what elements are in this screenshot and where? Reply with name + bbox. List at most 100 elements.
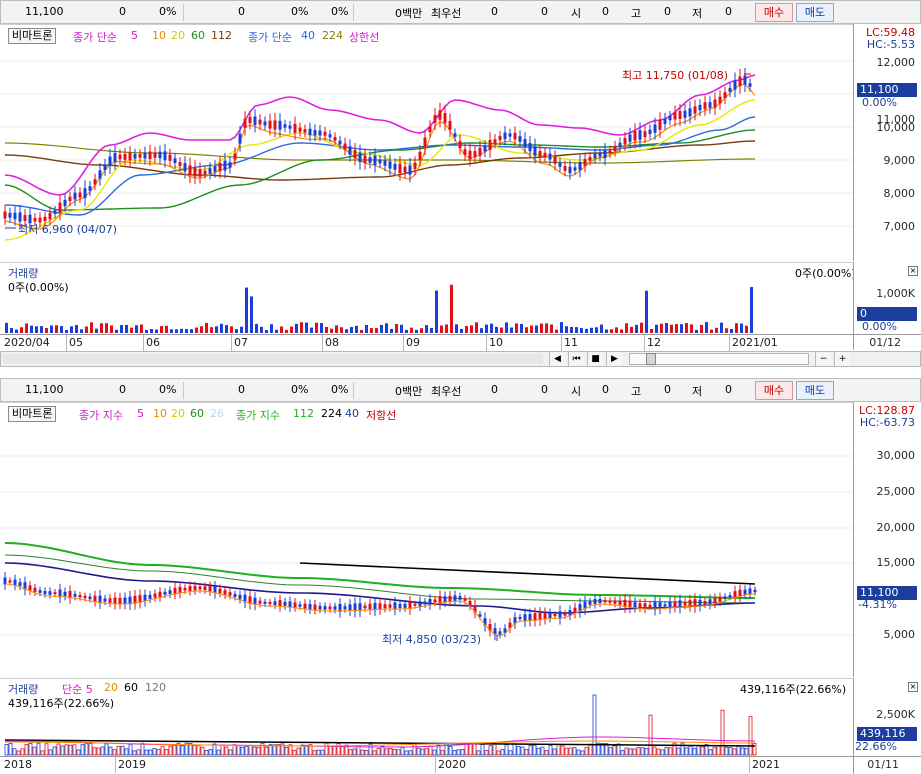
volume-bar [564, 747, 569, 756]
volume-bar [625, 323, 628, 333]
volume-bar [670, 324, 673, 333]
volume-bar [230, 326, 233, 333]
volume-bar [575, 327, 578, 333]
candle-body [698, 599, 702, 607]
volume-bar [675, 323, 678, 333]
candle-body [163, 591, 167, 595]
volume-bar [456, 749, 461, 756]
zoom-slider[interactable] [629, 353, 809, 365]
volume-chart[interactable]: 거래량 0주(0.00%) 0주(0.00%) [0, 262, 856, 335]
x-label: 08 [325, 336, 339, 349]
volume-chart[interactable]: 거래량 단순 5 20 60 120 439,116주(22.66%) 439,… [0, 678, 853, 756]
buy-button[interactable]: 매수 [755, 3, 793, 22]
y-tick: 15,000 [876, 556, 916, 569]
volume-bar [48, 749, 53, 756]
x-label: 11 [564, 336, 578, 349]
volume-bar [205, 322, 208, 333]
volume-bar [388, 748, 393, 756]
stop-button[interactable]: ■ [587, 352, 603, 366]
candle-body [228, 162, 232, 168]
volume-bar [420, 748, 425, 756]
volume-bar [560, 745, 565, 756]
candle-body [203, 170, 207, 174]
volume-bar [232, 744, 237, 756]
x-label: 2020 [438, 758, 466, 771]
legend-ma112: 112 [211, 29, 232, 42]
hc-value: HC:-63.73 [859, 416, 915, 429]
y-tick: 20,000 [876, 521, 916, 534]
legend-ma26: 26 [210, 407, 224, 420]
candle-body [608, 600, 612, 603]
weekly-chart-panel: 11,100 0 0% 0 0% 0% 0백만 최우선 0 0 시 0 고 0 … [0, 378, 921, 774]
volume-bar [590, 327, 593, 333]
price-chart[interactable]: 비마트론 종가 지수 5 10 20 60 26 종가 지수 112 224 4… [0, 402, 853, 677]
volume-bar [680, 324, 683, 333]
chart-type-selector[interactable]: 비마트론 [8, 406, 57, 422]
candle-body [383, 160, 387, 166]
volume-bar [325, 326, 328, 333]
zoom-out-button[interactable]: − [815, 352, 831, 366]
scroll-first-button[interactable]: ⏮ [568, 352, 584, 366]
candle-body [418, 151, 422, 160]
sell-button[interactable]: 매도 [796, 381, 834, 400]
candle-body [673, 112, 677, 120]
price-change: 0 [119, 383, 126, 396]
low-label: 저 [692, 385, 703, 398]
volume-chart-canvas[interactable] [0, 263, 853, 335]
volume-bar [235, 329, 238, 333]
close-icon[interactable]: × [908, 682, 918, 692]
candle-body [398, 163, 402, 174]
legend-ma224: 224 [321, 407, 342, 420]
volume-bar [70, 326, 73, 333]
price-chart[interactable]: 비마트론 종가 단순 5 10 20 60 112 종가 단순 40 224 상… [0, 24, 853, 261]
quote-bar: 11,100 0 0% 0 0% 0% 0백만 최우선 0 0 시 0 고 0 … [0, 0, 921, 24]
volume-bar [20, 748, 25, 756]
candle-body [738, 76, 742, 87]
candle-body [588, 157, 592, 161]
volume-bar [505, 322, 508, 333]
scroll-track[interactable] [3, 354, 543, 364]
volume-bar [492, 742, 497, 756]
volume-bar [175, 329, 178, 333]
legend-ma10: 10 [153, 407, 167, 420]
volume-bar [676, 747, 681, 756]
candle-body [13, 212, 17, 220]
candle-body [718, 596, 722, 602]
volume-bar [65, 329, 68, 333]
candle-body [258, 119, 262, 125]
buy-button[interactable]: 매수 [755, 381, 793, 400]
candle-body [718, 96, 722, 104]
scroll-left-button[interactable]: ◀ [549, 352, 565, 366]
volume-bar [256, 746, 261, 756]
volume-bar [225, 325, 228, 333]
candle-body [743, 75, 747, 85]
candle-body [63, 591, 67, 597]
chart-type-selector[interactable]: 비마트론 [8, 28, 57, 44]
zoom-slider-thumb[interactable] [646, 353, 656, 365]
candle-body [568, 166, 572, 174]
candle-body [258, 600, 262, 604]
candle-body [308, 604, 312, 610]
candle-body [733, 80, 737, 90]
candle-body [688, 600, 692, 607]
volume-marker-pct: 0.00% [862, 320, 897, 333]
zoom-in-button[interactable]: + [834, 352, 850, 366]
candle-body [663, 118, 667, 125]
legend-ma-label: 종가 단순 [73, 31, 117, 44]
date-box: 01/11 [853, 756, 921, 774]
volume-bar [152, 748, 157, 756]
volume-bar [440, 325, 443, 333]
volume-bar [210, 327, 213, 333]
candle-body [298, 127, 302, 132]
volume-bar [656, 748, 661, 756]
volume-bar [335, 325, 338, 333]
close-icon[interactable]: × [908, 266, 918, 276]
price-chart-canvas[interactable] [0, 25, 853, 262]
candle-body [158, 151, 162, 159]
volume-bar [548, 744, 553, 756]
scroll-right-button[interactable]: ▶ [606, 352, 622, 366]
sell-button[interactable]: 매도 [796, 3, 834, 22]
chart-scrollbar[interactable]: ◀ ⏮ ■ ▶ − + [0, 351, 921, 367]
candle-body [693, 106, 697, 114]
best-ask-value: 0 [541, 5, 548, 18]
